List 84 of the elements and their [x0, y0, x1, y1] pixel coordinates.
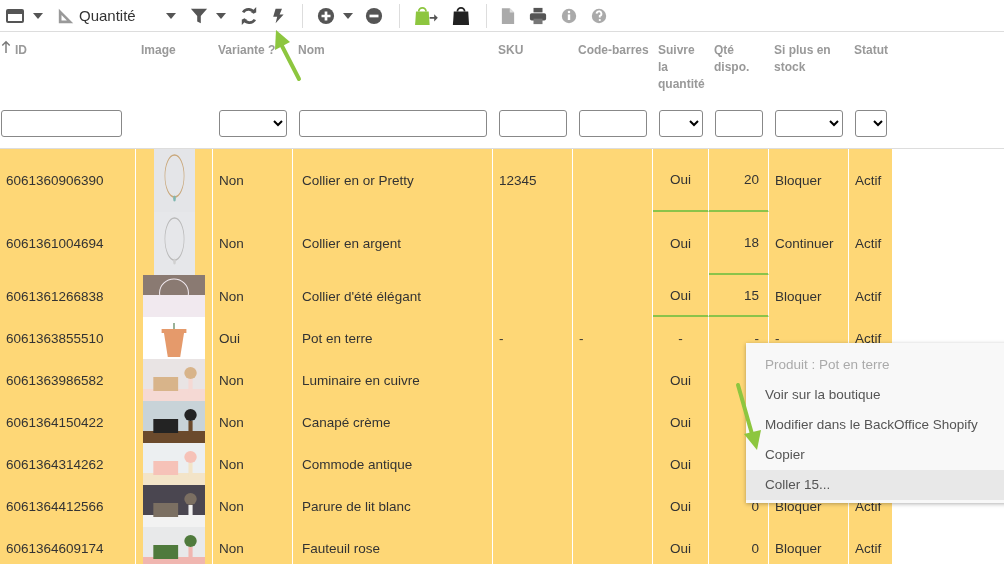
- table-cell: Bloquer: [769, 149, 849, 213]
- table-cell: Oui: [653, 212, 709, 276]
- table-cell: Collier en argent: [293, 212, 493, 276]
- filter-input[interactable]: [1, 110, 122, 137]
- filter-select[interactable]: [855, 110, 887, 137]
- shopping-bag-icon[interactable]: [451, 5, 470, 26]
- column-header[interactable]: SKU: [498, 42, 524, 59]
- table-cell: Non: [213, 401, 293, 444]
- menu-item[interactable]: Voir sur la boutique: [746, 380, 1004, 410]
- caret-icon[interactable]: [215, 12, 226, 19]
- table-cell: Actif: [849, 212, 893, 276]
- table-cell: Non: [213, 443, 293, 486]
- column-header[interactable]: Variante ?: [218, 42, 276, 59]
- table-cell: Oui: [653, 359, 709, 402]
- table-cell: Canapé crème: [293, 401, 493, 444]
- menu-item[interactable]: Copier: [746, 440, 1004, 470]
- table-cell: Parure de lit blanc: [293, 485, 493, 528]
- table-cell: 15: [709, 275, 769, 318]
- caret-icon[interactable]: [33, 12, 43, 19]
- table-cell: 6061364150422: [0, 401, 136, 444]
- table-cell: -: [653, 317, 709, 360]
- table-cell: Oui: [213, 317, 293, 360]
- table-cell: Oui: [653, 275, 709, 318]
- table-cell: 6061364609174: [0, 527, 136, 564]
- filter-input[interactable]: [579, 110, 647, 137]
- refresh-icon[interactable]: [239, 6, 258, 25]
- minus-icon[interactable]: [364, 6, 383, 25]
- table-cell: 0: [709, 527, 769, 564]
- table-cell: Non: [213, 485, 293, 528]
- column-header[interactable]: ID: [15, 42, 27, 59]
- ruler-icon: [57, 6, 75, 25]
- table-cell: 6061364412566: [0, 485, 136, 528]
- table-cell: Bloquer: [769, 275, 849, 318]
- table-cell: Oui: [653, 401, 709, 444]
- table-cell: -: [493, 317, 573, 360]
- column-header[interactable]: Image: [141, 42, 176, 59]
- export-bag-icon[interactable]: [413, 5, 438, 26]
- table-cell: Oui: [653, 443, 709, 486]
- filter-input[interactable]: [499, 110, 567, 137]
- menu-item[interactable]: Modifier dans le BackOffice Shopify: [746, 410, 1004, 440]
- table-cell: 12345: [493, 149, 573, 213]
- table-cell: Oui: [653, 149, 709, 213]
- column-header[interactable]: Si plus en stock: [774, 42, 849, 76]
- column-header[interactable]: Statut: [854, 42, 888, 59]
- table-cell: Actif: [849, 527, 893, 564]
- table-cell: Non: [213, 212, 293, 276]
- table-cell: Commode antique: [293, 443, 493, 486]
- table-cell: 6061360906390: [0, 149, 136, 213]
- table-cell: Collier d'été élégant: [293, 275, 493, 318]
- table-cell: Collier en or Pretty: [293, 149, 493, 213]
- table-cell: Non: [213, 527, 293, 564]
- table-cell: 20: [709, 149, 769, 213]
- table-cell: Non: [213, 149, 293, 213]
- table-cell: Bloquer: [769, 527, 849, 564]
- filter-input[interactable]: [715, 110, 763, 137]
- table-cell: Non: [213, 275, 293, 318]
- table-cell: Oui: [653, 485, 709, 528]
- caret-icon[interactable]: [342, 12, 353, 19]
- filter-icon[interactable]: [189, 6, 208, 25]
- plus-icon[interactable]: [316, 6, 335, 25]
- table-cell: Actif: [849, 149, 893, 213]
- table-cell: -: [573, 317, 653, 360]
- table-cell: 6061361004694: [0, 212, 136, 276]
- table-cell: 6061363855510: [0, 317, 136, 360]
- table-cell: Non: [213, 359, 293, 402]
- table-cell: Actif: [849, 275, 893, 318]
- table-cell: Oui: [653, 527, 709, 564]
- table-cell: 6061364314262: [0, 443, 136, 486]
- column-header[interactable]: Code-barres: [578, 42, 649, 59]
- column-header[interactable]: Nom: [298, 42, 325, 59]
- measure-dropdown[interactable]: Quantité: [75, 7, 158, 24]
- menu-item[interactable]: Coller 15...: [746, 470, 1004, 500]
- table-cell: 6061361266838: [0, 275, 136, 318]
- sort-arrow-icon[interactable]: [1, 40, 11, 53]
- table-cell: 18: [709, 212, 769, 276]
- column-header[interactable]: Qté dispo.: [714, 42, 769, 76]
- caret-icon[interactable]: [165, 12, 176, 19]
- table-cell: Luminaire en cuivre: [293, 359, 493, 402]
- table-cell: Pot en terre: [293, 317, 493, 360]
- table-cell: Fauteuil rose: [293, 527, 493, 564]
- table-cell: 6061363986582: [0, 359, 136, 402]
- table-cell: Continuer: [769, 212, 849, 276]
- print-icon[interactable]: [528, 6, 547, 25]
- filter-input[interactable]: [299, 110, 487, 137]
